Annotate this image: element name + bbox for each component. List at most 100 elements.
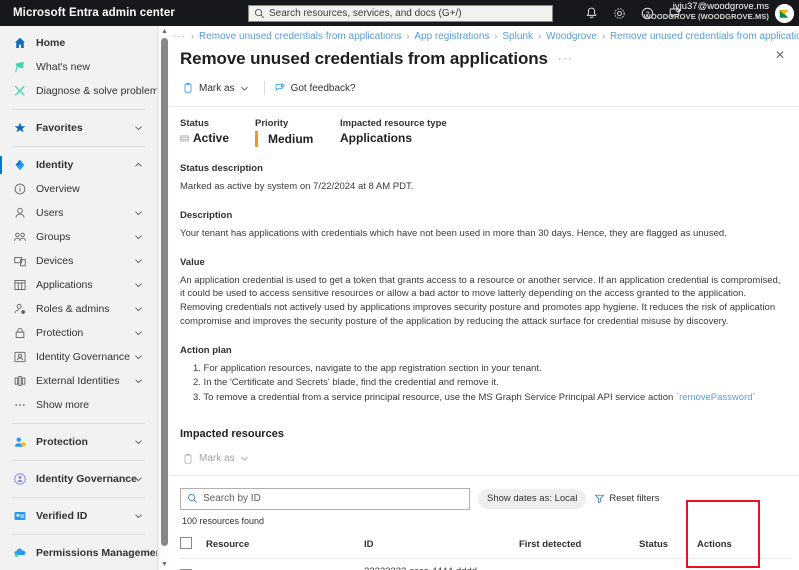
- close-icon[interactable]: ✕: [769, 44, 791, 66]
- sidebar-item-verified-id[interactable]: Verified ID: [0, 504, 157, 528]
- sidebar-item-identity[interactable]: Identity: [0, 153, 157, 177]
- breadcrumb-item-4[interactable]: Remove unused credentials from applicati…: [610, 31, 799, 42]
- global-search-box[interactable]: Search resources, services, and docs (G+…: [248, 5, 553, 22]
- breadcrumb-item-1[interactable]: App registrations: [414, 31, 489, 42]
- search-input[interactable]: Search by ID: [180, 487, 470, 510]
- sidebar-scrollbar[interactable]: ▲ ▼: [158, 26, 169, 570]
- status-description-body: Marked as active by system on 7/22/2024 …: [180, 181, 414, 192]
- cell-resource: Splunk: [206, 558, 364, 570]
- mark-as-label: Mark as: [199, 82, 235, 94]
- sidebar-item-home[interactable]: Home: [0, 31, 157, 55]
- impacted-mark-as-button[interactable]: Mark as: [180, 449, 257, 469]
- sidebar-item-permissions-management[interactable]: Permissions Management: [0, 541, 157, 565]
- sidebar-item-label: Diagnose & solve problems: [36, 85, 158, 97]
- sidebar-item-label: Devices: [36, 255, 74, 267]
- sidebar-item-favorites[interactable]: Favorites: [0, 116, 157, 140]
- chevron-down-icon[interactable]: [134, 475, 143, 484]
- column-header-actions[interactable]: Actions: [697, 531, 791, 559]
- sidebar-item-groups[interactable]: Groups: [0, 225, 157, 249]
- sidebar-item-label: What's new: [36, 61, 90, 73]
- feedback-smiley-icon: [274, 82, 286, 94]
- cell-first-detected: Jul 22, 2024, 9:58 AM: [519, 558, 639, 570]
- description-body: Your tenant has applications with creden…: [180, 227, 727, 239]
- sidebar-item-label: Identity Governance: [36, 351, 130, 363]
- got-feedback-button[interactable]: Got feedback?: [272, 78, 364, 98]
- impacted-resources-heading: Impacted resources: [180, 427, 284, 440]
- column-header-id[interactable]: ID: [364, 531, 519, 559]
- sidebar-item-protection-section[interactable]: Protection: [0, 430, 157, 454]
- account-info[interactable]: ivju37@woodgrove.ms WOODGROVE (WOODGROVE…: [644, 1, 769, 22]
- chevron-down-icon[interactable]: [134, 209, 143, 218]
- sidebar-item-external-identities[interactable]: External Identities: [0, 369, 157, 393]
- action-plan-list: 1. For application resources, navigate t…: [193, 362, 787, 406]
- sidebar-item-applications[interactable]: Applications: [0, 273, 157, 297]
- breadcrumb-separator: ›: [494, 31, 498, 41]
- column-header-first-detected[interactable]: First detected: [519, 531, 639, 559]
- priority-label: Priority: [255, 118, 289, 129]
- avatar[interactable]: [775, 4, 794, 23]
- page-command-bar: Mark as Got feedback?: [180, 78, 799, 98]
- scrollbar-thumb[interactable]: [161, 38, 168, 546]
- resource-type-value: Applications: [340, 131, 413, 145]
- chevron-up-icon[interactable]: [134, 161, 143, 170]
- sidebar-item-label: Protection: [36, 327, 84, 339]
- breadcrumb-item-3[interactable]: Woodgrove: [546, 31, 597, 42]
- chevron-down-icon[interactable]: [134, 305, 143, 314]
- chevron-down-icon[interactable]: [134, 438, 143, 447]
- breadcrumb-item-0[interactable]: Remove unused credentials from applicati…: [199, 31, 401, 42]
- search-icon: [254, 8, 265, 19]
- chevron-down-icon[interactable]: [134, 512, 143, 521]
- got-feedback-label: Got feedback?: [290, 82, 356, 94]
- reset-filters-button[interactable]: Reset filters: [594, 493, 659, 504]
- chevron-down-icon[interactable]: [134, 233, 143, 242]
- breadcrumb-separator: ›: [537, 31, 541, 41]
- chevron-down-icon[interactable]: [134, 329, 143, 338]
- impacted-mark-as-label: Mark as: [199, 453, 235, 465]
- breadcrumb-overflow-icon[interactable]: ···: [173, 31, 186, 42]
- sidebar-item-label: Identity: [36, 159, 74, 171]
- sidebar-divider: [12, 497, 145, 498]
- sidebar-item-devices[interactable]: Devices: [0, 249, 157, 273]
- sidebar-item-label: Protection: [36, 436, 88, 448]
- table-row[interactable]: Splunk 22223333-cccc-4444-dddd-5555eeee6…: [180, 558, 791, 570]
- mark-as-button[interactable]: Mark as: [180, 78, 257, 98]
- sidebar-divider: [12, 109, 145, 110]
- select-all-checkbox[interactable]: [180, 536, 192, 549]
- chevron-down-icon[interactable]: [134, 124, 143, 133]
- sidebar-item-overview[interactable]: Overview: [0, 177, 157, 201]
- action-plan-step-text: 3. To remove a credential from a service…: [193, 392, 676, 404]
- chevron-down-icon: [240, 454, 249, 463]
- identity-icon: [12, 158, 27, 173]
- page-title: Remove unused credentials from applicati…: [180, 49, 548, 68]
- column-header-resource[interactable]: Resource: [206, 531, 364, 559]
- page-more-actions-icon[interactable]: ···: [558, 53, 574, 65]
- sidebar-item-label: Identity Governance: [36, 473, 137, 485]
- sidebar-item-users[interactable]: Users: [0, 201, 157, 225]
- table-header-row: Resource ID First detected Status Action…: [180, 531, 791, 559]
- left-navigation-sidebar[interactable]: Home What's new Diagnose & solve problem…: [0, 26, 158, 570]
- sidebar-item-protection[interactable]: Protection: [0, 321, 157, 345]
- chevron-down-icon[interactable]: [134, 281, 143, 290]
- priority-badge: Medium: [268, 132, 314, 146]
- priority-value-row: Medium: [255, 131, 340, 147]
- breadcrumb-item-2[interactable]: Splunk: [502, 31, 533, 42]
- breadcrumb-separator: ›: [191, 31, 194, 41]
- scroll-down-arrow-icon[interactable]: ▼: [159, 559, 170, 570]
- sidebar-item-diagnose[interactable]: Diagnose & solve problems: [0, 79, 157, 103]
- sidebar-item-whats-new[interactable]: What's new: [0, 55, 157, 79]
- column-header-status[interactable]: Status: [639, 531, 697, 559]
- sidebar-item-roles-admins[interactable]: Roles & admins: [0, 297, 157, 321]
- sidebar-divider: [12, 460, 145, 461]
- gear-icon[interactable]: [612, 6, 627, 21]
- permissions-management-icon: [12, 546, 27, 561]
- show-dates-as-button[interactable]: Show dates as: Local: [478, 488, 587, 509]
- sidebar-item-identity-governance[interactable]: Identity Governance: [0, 345, 157, 369]
- chevron-down-icon[interactable]: [134, 377, 143, 386]
- chevron-down-icon[interactable]: [134, 353, 143, 362]
- scroll-up-arrow-icon[interactable]: ▲: [159, 26, 170, 37]
- sidebar-item-show-more[interactable]: Show more: [0, 393, 157, 417]
- chevron-down-icon[interactable]: [134, 257, 143, 266]
- value-body: An application credential is used to get…: [180, 274, 781, 327]
- sidebar-item-identity-governance-section[interactable]: Identity Governance: [0, 467, 157, 491]
- bell-icon[interactable]: [584, 6, 599, 21]
